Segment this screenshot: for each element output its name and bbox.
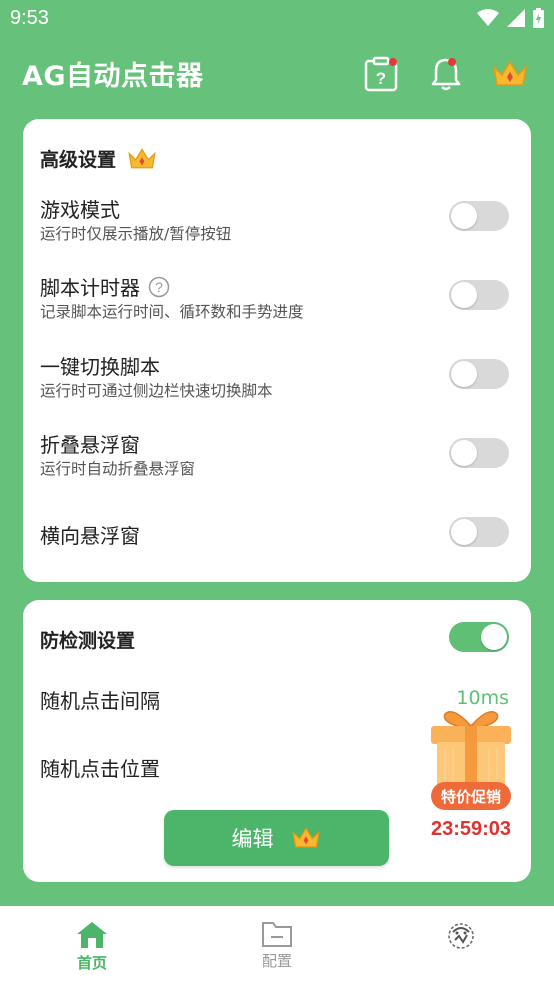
advanced-settings-card: 高级设置 游戏模式 运行时仅展示播放/暂停按钮 脚本计时器 ? 记录脚本运行时间… bbox=[23, 119, 531, 582]
promo-widget[interactable]: 特价促销 23:59:03 bbox=[423, 704, 519, 844]
app-title: AG自动点击器 bbox=[22, 61, 204, 92]
horizontal-window-title: 横向悬浮窗 bbox=[40, 524, 140, 548]
status-time: 9:53 bbox=[10, 7, 49, 29]
horizontal-window-toggle[interactable] bbox=[449, 517, 509, 547]
gift-box-icon bbox=[431, 711, 511, 786]
crown-icon bbox=[291, 827, 320, 848]
anti-detect-toggle[interactable] bbox=[449, 622, 509, 652]
toggle-knob bbox=[451, 282, 477, 308]
random-position-label: 随机点击位置 bbox=[40, 757, 160, 781]
promo-countdown: 23:59:03 bbox=[430, 818, 512, 840]
notification-dot bbox=[389, 58, 397, 66]
help-clipboard-button[interactable]: ? bbox=[361, 54, 401, 94]
help-icon[interactable]: ? bbox=[148, 276, 170, 298]
nav-config-label: 配置 bbox=[261, 952, 292, 970]
anti-detect-title: 防检测设置 bbox=[40, 630, 136, 652]
status-icons bbox=[477, 8, 544, 28]
game-mode-toggle[interactable] bbox=[449, 201, 509, 231]
bell-icon bbox=[431, 58, 461, 91]
collapse-window-toggle[interactable] bbox=[449, 438, 509, 468]
svg-text:?: ? bbox=[155, 279, 163, 295]
nav-home[interactable]: 首页 bbox=[52, 920, 132, 973]
svg-text:?: ? bbox=[376, 69, 386, 88]
toggle-knob bbox=[451, 440, 477, 466]
nav-config[interactable]: 配置 bbox=[237, 920, 317, 971]
notification-button[interactable] bbox=[426, 54, 466, 94]
avatar-icon bbox=[448, 923, 474, 949]
game-mode-title: 游戏模式 bbox=[40, 198, 120, 222]
battery-icon bbox=[533, 8, 544, 28]
edit-button-label: 编辑 bbox=[231, 827, 274, 851]
crown-icon bbox=[128, 147, 156, 168]
toggle-knob bbox=[451, 519, 477, 545]
script-timer-toggle[interactable] bbox=[449, 280, 509, 310]
script-timer-title: 脚本计时器 bbox=[40, 276, 140, 300]
wifi-icon bbox=[477, 9, 499, 26]
quick-switch-subtitle: 运行时可通过侧边栏快速切换脚本 bbox=[40, 382, 273, 400]
script-timer-subtitle: 记录脚本运行时间、循环数和手势进度 bbox=[40, 303, 304, 321]
bottom-nav: 首页 配置 bbox=[0, 906, 554, 984]
random-interval-label: 随机点击间隔 bbox=[40, 689, 160, 713]
vip-crown-button[interactable] bbox=[490, 54, 530, 94]
edit-button[interactable]: 编辑 bbox=[164, 810, 389, 866]
toggle-knob bbox=[481, 624, 507, 650]
nav-profile[interactable] bbox=[421, 920, 501, 954]
quick-switch-toggle[interactable] bbox=[449, 359, 509, 389]
collapse-window-subtitle: 运行时自动折叠悬浮窗 bbox=[40, 460, 196, 478]
notification-dot bbox=[448, 58, 456, 66]
advanced-settings-title: 高级设置 bbox=[40, 149, 117, 171]
game-mode-subtitle: 运行时仅展示播放/暂停按钮 bbox=[40, 225, 232, 243]
toggle-knob bbox=[451, 203, 477, 229]
quick-switch-title: 一键切换脚本 bbox=[40, 355, 160, 379]
collapse-window-title: 折叠悬浮窗 bbox=[40, 433, 140, 457]
crown-icon bbox=[492, 60, 528, 86]
promo-tag: 特价促销 bbox=[431, 782, 511, 810]
advanced-settings-header: 高级设置 bbox=[40, 145, 158, 172]
folder-icon bbox=[262, 922, 292, 947]
nav-home-label: 首页 bbox=[76, 954, 107, 972]
home-icon bbox=[77, 922, 107, 948]
signal-icon bbox=[507, 9, 525, 27]
script-timer-row-title: 脚本计时器 ? bbox=[40, 272, 170, 301]
toggle-knob bbox=[451, 361, 477, 387]
status-bar: 9:53 bbox=[0, 0, 554, 38]
